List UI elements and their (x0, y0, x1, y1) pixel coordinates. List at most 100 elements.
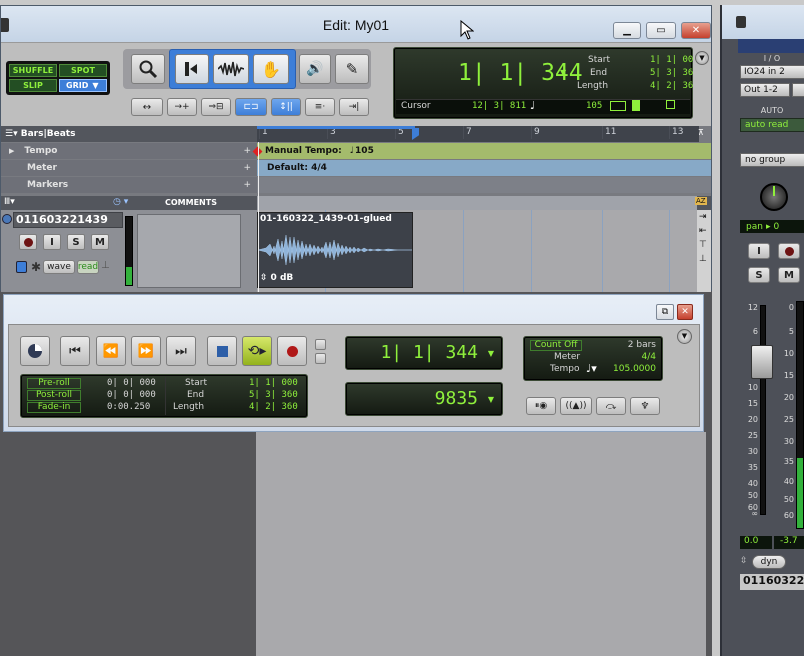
track-playlist-area[interactable]: 01-160322_1439-01-glued ⇳ 0 dB (257, 210, 697, 292)
barsbeats-ruler[interactable]: 1 3 5 7 9 11 13 (257, 126, 699, 142)
pan-knob[interactable] (760, 183, 788, 211)
count-off-button[interactable]: Count Off (530, 340, 582, 351)
midi-merge-button[interactable]: ⤼ (596, 397, 626, 415)
return-to-zero-button[interactable]: ⏮ (60, 336, 90, 366)
edit-window-scrollbar[interactable]: ⇥ ⇤ ⊤ ⊥ (697, 210, 711, 292)
stop-button[interactable] (207, 336, 237, 366)
mixer-input-button[interactable]: I (748, 243, 770, 259)
length-value[interactable]: 4| 2| 36 (650, 81, 693, 91)
selector-tool[interactable] (213, 54, 249, 84)
preroll-label[interactable]: Pre-roll (27, 378, 81, 389)
playlist-icon[interactable] (16, 261, 27, 273)
title-bar[interactable]: Edit: My01 ▁ ▭ ✕ (1, 6, 711, 42)
link-timeline-button[interactable]: ⊏⊐ (235, 98, 267, 116)
postroll-label[interactable]: Post-roll (27, 390, 81, 401)
selection-end-marker-icon[interactable] (412, 128, 419, 140)
online-button[interactable] (20, 336, 50, 366)
grabber-tool[interactable]: ✋ (253, 54, 289, 84)
ruler-menu-icon[interactable]: ☰▾ (5, 129, 18, 139)
preroll-value[interactable]: 0| 0| 000 (107, 378, 156, 388)
transport-option-1[interactable] (315, 339, 326, 350)
mode-shuffle[interactable]: SHUFFLE (9, 64, 57, 77)
solo-button[interactable]: S (67, 234, 85, 250)
add-meter-icon[interactable]: + (243, 163, 251, 173)
zoom-in-icon[interactable]: ⇥ (699, 212, 707, 222)
clip-gain[interactable]: ⇳ 0 dB (260, 273, 293, 283)
nudge-value[interactable]: 105 (586, 101, 602, 111)
rewind-button[interactable]: ⏪ (96, 336, 126, 366)
mixer-mute-button[interactable]: M (778, 267, 800, 283)
maximize-button[interactable]: ▭ (646, 22, 676, 39)
az-sort-icon[interactable]: AZ (695, 197, 707, 205)
mode-slip[interactable]: SLIP (9, 79, 57, 92)
postroll-value[interactable]: 0| 0| 000 (107, 390, 156, 400)
transport-main-counter[interactable]: 1| 1| 344 ▼ (345, 336, 503, 370)
peak-display[interactable]: -3.7 (774, 536, 804, 549)
play-loop-button[interactable]: ⟲▸ (242, 336, 272, 366)
record-enable-button[interactable] (19, 234, 37, 250)
fadein-value[interactable]: 0:00.250 (107, 402, 150, 412)
volume-display[interactable]: 0.0 (740, 536, 772, 549)
transport-restore-button[interactable]: ⧉ (656, 304, 674, 320)
meter-ruler[interactable]: Default: 4/4 (257, 160, 711, 176)
track-timebase-icon[interactable]: ◷ ▾ (113, 197, 128, 207)
transport-end-value[interactable]: 5| 3| 360 (249, 390, 298, 400)
go-to-end-button[interactable]: ⏭ (166, 336, 196, 366)
metronome-button[interactable]: ((▲)) (560, 397, 592, 415)
zoom-out-icon[interactable]: ⇤ (699, 226, 707, 236)
track-height-icon[interactable]: ⇳ (740, 556, 748, 566)
mixer-record-button[interactable] (778, 243, 800, 259)
main-counter-dropdown-icon[interactable]: ▼ (560, 68, 566, 77)
keyboard-focus-button[interactable]: ⇥| (339, 98, 369, 116)
mode-spot[interactable]: SPOT (59, 64, 107, 77)
toolbar-options-icon[interactable]: ▼ (695, 51, 709, 65)
comments-field[interactable] (137, 214, 241, 288)
track-select-icon[interactable] (2, 214, 12, 224)
mirror-midi-button[interactable]: ⇒⊟ (201, 98, 231, 116)
transport-option-2[interactable] (315, 353, 326, 364)
transport-close-button[interactable]: ✕ (677, 304, 693, 320)
meter-value[interactable]: 4/4 (642, 352, 656, 362)
add-marker-icon[interactable]: + (243, 180, 251, 190)
tempo-ruler[interactable]: Manual Tempo: ♩ 105 (257, 143, 711, 159)
input-selector[interactable]: IO24 in 2 (740, 65, 804, 79)
mode-grid[interactable]: GRID ▼ (59, 79, 107, 92)
fadein-label[interactable]: Fade-in (27, 402, 81, 413)
insertion-follows-button[interactable]: ≡· (305, 98, 335, 116)
input-monitor-button[interactable]: I (43, 234, 61, 250)
start-value[interactable]: 1| 1| 00 (650, 55, 693, 65)
group-selector[interactable]: no group (740, 153, 804, 167)
mix-title-bar[interactable] (722, 5, 804, 39)
mixer-solo-button[interactable]: S (748, 267, 770, 283)
zoom-toggle-button[interactable]: ↔ (131, 98, 163, 116)
track-name-field[interactable]: 011603221439 (13, 212, 123, 228)
pan-display[interactable]: pan ▸ 0 (740, 220, 804, 233)
zoomer-tool[interactable] (131, 54, 165, 84)
link-track-button[interactable]: ↕|| (271, 98, 301, 116)
scrubber-tool[interactable]: 🔊 (299, 54, 331, 84)
add-tempo-icon[interactable]: + (243, 146, 251, 156)
expand-icon[interactable]: ▶ (9, 147, 14, 155)
transport-options-icon[interactable]: ▼ (677, 329, 692, 344)
tempo-note-icon[interactable]: ♩▾ (586, 362, 597, 375)
track-view-selector[interactable]: wave (43, 260, 75, 274)
trim-tool[interactable] (175, 54, 209, 84)
zoom-small-icon[interactable]: ⊥ (699, 254, 707, 264)
mixer-track-name[interactable]: 01160322 (740, 574, 804, 590)
record-button[interactable] (277, 336, 307, 366)
end-value[interactable]: 5| 3| 36 (650, 68, 693, 78)
zoom-height-icon[interactable]: ⊤ (699, 240, 707, 250)
automation-mode-selector[interactable]: read (77, 260, 99, 274)
conductor-button[interactable]: ♆ (630, 397, 660, 415)
minimize-button[interactable]: ▁ (613, 22, 641, 39)
fast-forward-button[interactable]: ⏩ (131, 336, 161, 366)
tempo-value[interactable]: 105.0000 (613, 364, 656, 374)
transport-length-value[interactable]: 4| 2| 360 (249, 402, 298, 412)
transport-start-value[interactable]: 1| 1| 000 (249, 378, 298, 388)
automation-mode-selector[interactable]: auto read (740, 118, 804, 132)
pencil-tool[interactable]: ✎ (335, 54, 369, 84)
audio-clip[interactable]: 01-160322_1439-01-glued ⇳ 0 dB (257, 212, 413, 288)
ruler-scroll-icon[interactable]: ⊼ (698, 128, 704, 137)
output-extra[interactable] (792, 83, 804, 97)
volume-fader[interactable] (751, 345, 773, 379)
